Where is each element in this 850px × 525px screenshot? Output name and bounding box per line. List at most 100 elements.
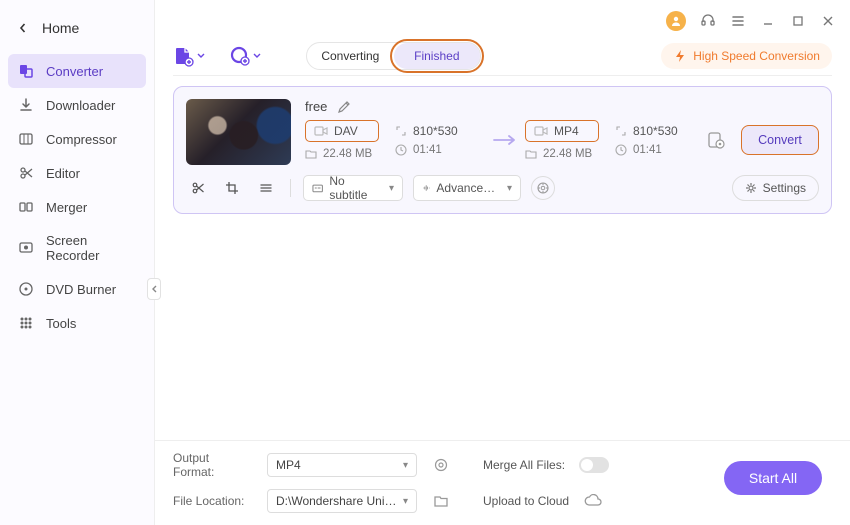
- effect-icon[interactable]: [254, 176, 278, 200]
- tab-converting[interactable]: Converting: [307, 43, 394, 69]
- audio-dropdown[interactable]: Advanced Audi… ▾: [413, 175, 521, 201]
- sidebar-item-converter[interactable]: Converter: [8, 54, 146, 88]
- target-size: 22.48 MB: [543, 148, 592, 160]
- chevron-down-icon: ▾: [403, 496, 408, 507]
- home-label: Home: [42, 20, 79, 36]
- subtitle-value: No subtitle: [329, 174, 383, 202]
- subtitle-icon: [312, 182, 323, 194]
- maximize-icon[interactable]: [790, 13, 806, 29]
- merge-all-toggle[interactable]: [579, 457, 609, 473]
- source-size-row: 22.48 MB: [305, 148, 395, 160]
- close-icon[interactable]: [820, 13, 836, 29]
- lightning-icon: [673, 49, 687, 63]
- edit-name-icon[interactable]: [337, 100, 351, 114]
- download-ring-icon: [229, 45, 251, 67]
- minimize-icon[interactable]: [760, 13, 776, 29]
- add-file-icon: [173, 45, 195, 67]
- sidebar: Home Converter Downloader Compressor Edi…: [0, 0, 155, 525]
- source-size: 22.48 MB: [323, 148, 372, 160]
- sidebar-item-label: Screen Recorder: [46, 233, 142, 263]
- folder-icon: [305, 148, 317, 160]
- sidebar-item-label: Tools: [46, 316, 76, 331]
- output-settings-icon[interactable]: [431, 455, 451, 475]
- chevron-down-icon: [197, 52, 205, 60]
- back-home[interactable]: Home: [0, 10, 154, 54]
- source-dur-row: 01:41: [395, 144, 485, 156]
- file-name: free: [305, 99, 327, 114]
- high-speed-conversion-button[interactable]: High Speed Conversion: [661, 43, 832, 69]
- file-location-dropdown[interactable]: D:\Wondershare UniConverter 1 ▾: [267, 489, 417, 513]
- gear-icon: [745, 182, 757, 194]
- sidebar-item-editor[interactable]: Editor: [0, 156, 154, 190]
- target-format: MP4: [554, 124, 579, 138]
- upload-cloud-label: Upload to Cloud: [483, 494, 569, 508]
- target-res-row: 810*530: [615, 124, 705, 138]
- folder-icon: [525, 148, 537, 160]
- convert-button[interactable]: Convert: [741, 125, 819, 155]
- separator: [290, 179, 291, 197]
- output-format-value: MP4: [276, 458, 301, 472]
- user-icon: [670, 15, 682, 27]
- trim-icon[interactable]: [186, 176, 210, 200]
- source-dur: 01:41: [413, 144, 442, 156]
- source-res-row: 810*530: [395, 124, 485, 138]
- expand-icon: [395, 125, 407, 137]
- settings-button[interactable]: Settings: [732, 175, 819, 201]
- open-folder-icon[interactable]: [431, 491, 451, 511]
- arrow-right-icon: [485, 134, 525, 146]
- target-res: 810*530: [633, 124, 678, 138]
- sidebar-item-compressor[interactable]: Compressor: [0, 122, 154, 156]
- converter-icon: [18, 63, 34, 79]
- video-icon: [314, 125, 328, 137]
- sidebar-item-label: Editor: [46, 166, 80, 181]
- add-file-button[interactable]: [173, 45, 205, 67]
- target-format-badge[interactable]: MP4: [525, 120, 599, 142]
- status-tabs: Converting Finished: [306, 42, 481, 70]
- grid-icon: [18, 315, 34, 331]
- tab-finished[interactable]: Finished: [394, 43, 481, 69]
- video-icon: [534, 125, 548, 137]
- sidebar-item-dvd-burner[interactable]: DVD Burner: [0, 272, 154, 306]
- source-format: DAV: [334, 124, 358, 138]
- target-dur: 01:41: [633, 144, 662, 156]
- avatar[interactable]: [666, 11, 686, 31]
- add-url-button[interactable]: [229, 45, 261, 67]
- merger-icon: [18, 199, 34, 215]
- toolbar: Converting Finished High Speed Conversio…: [173, 36, 832, 76]
- file-settings-icon[interactable]: [705, 129, 727, 151]
- sidebar-collapse-handle[interactable]: [147, 278, 161, 300]
- sidebar-item-downloader[interactable]: Downloader: [0, 88, 154, 122]
- start-all-button[interactable]: Start All: [724, 461, 822, 495]
- sidebar-item-screen-recorder[interactable]: Screen Recorder: [0, 224, 154, 272]
- info-icon[interactable]: [531, 176, 555, 200]
- target-dur-row: 01:41: [615, 144, 705, 156]
- headset-icon[interactable]: [700, 13, 716, 29]
- audio-icon: [422, 182, 430, 194]
- recorder-icon: [18, 240, 34, 256]
- sidebar-item-tools[interactable]: Tools: [0, 306, 154, 340]
- merge-all-label: Merge All Files:: [483, 458, 565, 472]
- sidebar-item-label: Compressor: [46, 132, 117, 147]
- sidebar-item-label: Converter: [46, 64, 103, 79]
- file-card: free DAV 22.48 MB: [173, 86, 832, 214]
- crop-icon[interactable]: [220, 176, 244, 200]
- output-format-label: Output Format:: [173, 451, 253, 479]
- titlebar: [155, 0, 850, 36]
- output-format-dropdown[interactable]: MP4 ▾: [267, 453, 417, 477]
- hsc-label: High Speed Conversion: [693, 49, 820, 63]
- sidebar-item-label: DVD Burner: [46, 282, 116, 297]
- clock-icon: [615, 144, 627, 156]
- subtitle-dropdown[interactable]: No subtitle ▾: [303, 175, 403, 201]
- menu-icon[interactable]: [730, 13, 746, 29]
- video-thumbnail[interactable]: [186, 99, 291, 165]
- chevron-left-icon: [151, 285, 157, 293]
- sidebar-item-merger[interactable]: Merger: [0, 190, 154, 224]
- cloud-icon[interactable]: [583, 491, 603, 511]
- disc-icon: [18, 281, 34, 297]
- clock-icon: [395, 144, 407, 156]
- main-area: Converting Finished High Speed Conversio…: [155, 0, 850, 525]
- chevron-down-icon: [253, 52, 261, 60]
- compressor-icon: [18, 131, 34, 147]
- chevron-down-icon: ▾: [389, 183, 394, 194]
- chevron-down-icon: ▾: [403, 460, 408, 471]
